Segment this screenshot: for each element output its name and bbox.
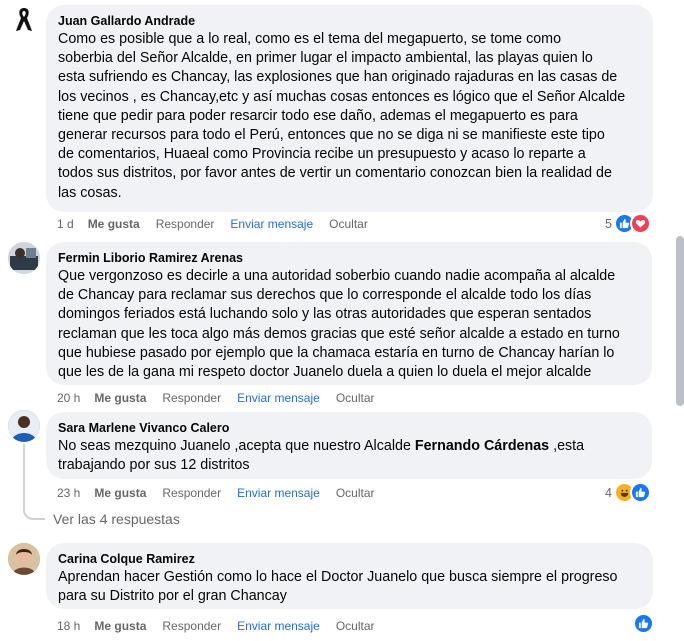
comment-text: Que vergonzoso es decirle a una autorida… [58, 268, 620, 381]
hide-button[interactable]: Ocultar [336, 486, 375, 500]
avatar[interactable] [8, 242, 40, 274]
avatar[interactable] [8, 4, 40, 36]
reply-button[interactable]: Responder [162, 486, 221, 500]
hide-button[interactable]: Ocultar [336, 391, 375, 405]
avatar[interactable] [8, 543, 40, 575]
comment-text: No seas mezquino Juanelo ,acepta que nue… [58, 437, 640, 475]
send-message-button[interactable]: Enviar mensaje [230, 217, 313, 231]
profile-photo-icon [8, 543, 40, 575]
reaction-count: 5 [605, 216, 612, 231]
thread-connector [23, 500, 45, 520]
like-button[interactable]: Me gusta [88, 217, 140, 231]
reaction-summary[interactable]: 5 [605, 213, 651, 234]
profile-photo-icon [8, 410, 40, 442]
hide-button[interactable]: Ocultar [336, 619, 375, 633]
comment-text: Aprendan hacer Gestión como lo hace el D… [58, 569, 618, 605]
reaction-summary[interactable]: 4 [605, 482, 651, 503]
comment-bubble: Sara Marlene Vivanco Calero No seas mezq… [46, 412, 652, 479]
like-button[interactable]: Me gusta [94, 391, 146, 405]
comment-bubble: Juan Gallardo Andrade Como es posible qu… [46, 5, 653, 212]
view-replies-link[interactable]: Ver las 4 respuestas [53, 511, 180, 527]
comment-bubble: Carina Colque Ramirez Aprendan hacer Ges… [46, 543, 653, 609]
reaction-count: 4 [605, 485, 612, 500]
comment-actions: 18 h Me gusta Responder Enviar mensaje O… [57, 618, 391, 634]
reaction-summary[interactable] [633, 613, 654, 634]
mentioned-person[interactable]: Fernando Cárdenas [415, 438, 549, 454]
reply-button[interactable]: Responder [156, 217, 215, 231]
comment-author[interactable]: Carina Colque Ramirez [58, 551, 641, 567]
hide-button[interactable]: Ocultar [329, 217, 368, 231]
comment-text-part: No seas mezquino Juanelo ,acepta que nue… [58, 438, 415, 454]
reply-button[interactable]: Responder [162, 619, 221, 633]
avatar[interactable] [8, 410, 40, 442]
send-message-button[interactable]: Enviar mensaje [237, 391, 320, 405]
comment-actions: 23 h Me gusta Responder Enviar mensaje O… [57, 485, 391, 501]
comment-author[interactable]: Juan Gallardo Andrade [58, 13, 641, 29]
like-button[interactable]: Me gusta [94, 486, 146, 500]
send-message-button[interactable]: Enviar mensaje [237, 619, 320, 633]
like-icon [629, 482, 651, 503]
comment-actions: 1 d Me gusta Responder Enviar mensaje Oc… [57, 216, 384, 232]
reply-button[interactable]: Responder [162, 391, 221, 405]
comment-time[interactable]: 18 h [57, 619, 80, 633]
comment-time[interactable]: 1 d [57, 217, 74, 231]
send-message-button[interactable]: Enviar mensaje [237, 486, 320, 500]
thread-line [23, 444, 25, 504]
comment-time[interactable]: 20 h [57, 391, 80, 405]
comment-time[interactable]: 23 h [57, 486, 80, 500]
comment-text: Como es posible que a lo real, como es e… [58, 31, 626, 201]
comment-author[interactable]: Fermin Liborio Ramirez Arenas [58, 250, 640, 266]
like-icon [633, 613, 654, 634]
scrollbar[interactable] [676, 236, 684, 406]
comment-actions: 20 h Me gusta Responder Enviar mensaje O… [57, 390, 391, 406]
comment-author[interactable]: Sara Marlene Vivanco Calero [58, 420, 640, 436]
like-button[interactable]: Me gusta [94, 619, 146, 633]
comment-bubble: Fermin Liborio Ramirez Arenas Que vergon… [46, 242, 652, 385]
profile-photo-icon [8, 242, 40, 274]
ribbon-avatar-icon [16, 8, 32, 31]
love-icon [629, 213, 651, 234]
